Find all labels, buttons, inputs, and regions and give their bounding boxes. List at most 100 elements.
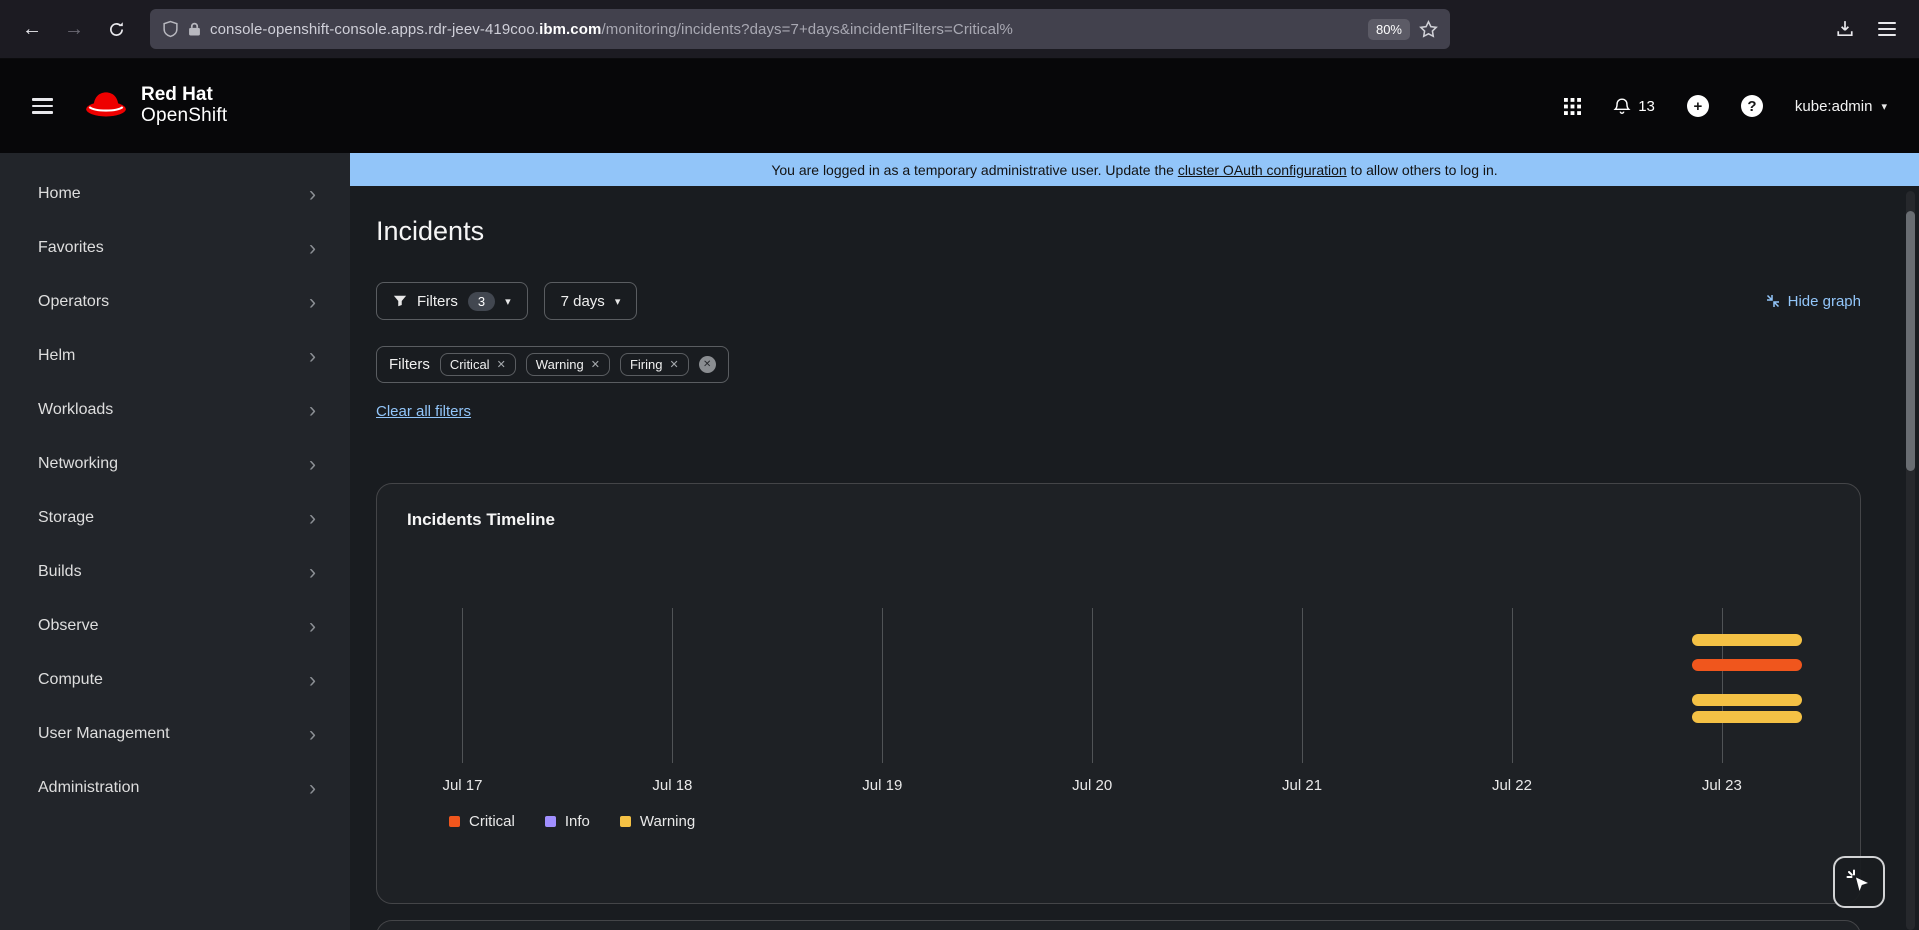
save-file-button[interactable] (1827, 11, 1863, 47)
plus-icon: + (1686, 95, 1709, 117)
nav-label: Observe (38, 617, 99, 634)
chevron-down-icon: ▾ (505, 295, 511, 308)
banner-text-before: You are logged in as a temporary adminis… (771, 161, 1178, 178)
browser-toolbar: ← → console-openshift-console.apps.rdr-j… (0, 0, 1919, 59)
nav-label: Builds (38, 563, 82, 580)
filters-button-label: Filters (417, 292, 458, 310)
temp-admin-banner: You are logged in as a temporary adminis… (350, 153, 1919, 186)
x-tick-label: Jul 20 (1072, 777, 1113, 794)
legend-swatch (449, 816, 460, 827)
sidebar-nav: Home › Favorites › Operators › Helm › Worklo… (0, 153, 350, 930)
sidebar-item-administration[interactable]: Administration › (0, 761, 350, 815)
sidebar-item-favorites[interactable]: Favorites › (0, 221, 350, 275)
reload-icon (109, 21, 123, 36)
remove-chip-icon[interactable]: ✕ (497, 358, 506, 371)
x-tick-label: Jul 22 (1491, 777, 1532, 794)
nav-label: Compute (38, 671, 103, 688)
sidebar-item-user-management[interactable]: User Management › (0, 707, 350, 761)
sidebar-item-builds[interactable]: Builds › (0, 545, 350, 599)
gridline (1721, 608, 1723, 763)
url-domain: ibm.com (539, 20, 602, 38)
oauth-config-link[interactable]: cluster OAuth configuration (1178, 162, 1347, 178)
masthead: Red Hat OpenShift 13 + ? kube:admin ▾ (0, 59, 1919, 153)
clear-all-filters-link[interactable]: Clear all filters (376, 403, 471, 420)
sidebar-item-networking[interactable]: Networking › (0, 437, 350, 491)
x-tick-label: Jul 19 (862, 777, 903, 794)
remove-chip-icon[interactable]: ✕ (591, 358, 600, 371)
notifications-button[interactable]: 13 (1613, 97, 1655, 116)
filters-dropdown-button[interactable]: Filters 3 ▾ (376, 282, 528, 320)
incident-bar-critical[interactable] (1691, 659, 1802, 671)
lock-icon[interactable] (188, 21, 201, 37)
sidebar-item-home[interactable]: Home › (0, 167, 350, 221)
zoom-indicator[interactable]: 80% (1367, 18, 1410, 40)
sidebar-item-operators[interactable]: Operators › (0, 275, 350, 329)
clear-chip-group-icon[interactable]: ✕ (698, 356, 716, 373)
bookmark-star-icon[interactable] (1419, 19, 1438, 39)
url-bar[interactable]: console-openshift-console.apps.rdr-jeev-… (150, 9, 1450, 49)
duration-dropdown-button[interactable]: 7 days ▾ (543, 282, 638, 320)
incident-bar-warning[interactable] (1691, 694, 1802, 706)
x-tick-label: Jul 23 (1701, 777, 1742, 794)
nav-label: User Management (38, 725, 170, 742)
chevron-right-icon: › (309, 776, 316, 800)
url-text: console-openshift-console.apps.rdr-jeev-… (210, 21, 1355, 38)
redhat-logo-icon (86, 92, 126, 117)
chip-label: Firing (629, 357, 663, 372)
chevron-right-icon: › (309, 236, 316, 260)
incident-bar-warning[interactable] (1691, 634, 1802, 646)
x-tick-label: Jul 17 (442, 777, 483, 794)
chart-x-axis: Jul 17 Jul 18 Jul 19 Jul 20 Jul 21 Jul 22 Jul … (407, 777, 1830, 797)
incident-bar-warning[interactable] (1691, 711, 1802, 723)
back-button[interactable]: ← (14, 11, 50, 47)
browser-menu-button[interactable] (1869, 11, 1905, 47)
chip-label: Critical (449, 357, 490, 372)
legend-swatch (619, 816, 631, 827)
legend-item-warning: Warning (619, 813, 696, 830)
tracking-shield-icon[interactable] (162, 20, 179, 38)
forward-button[interactable]: → (56, 11, 92, 47)
hide-graph-button[interactable]: Hide graph (1766, 293, 1861, 310)
chip-warning: Warning ✕ (525, 353, 610, 376)
cursor-click-icon (1846, 869, 1868, 891)
toolbar: Filters 3 ▾ 7 days ▾ Hide graph (376, 282, 1861, 320)
banner-text-after: to allow others to log in. (1346, 161, 1498, 178)
notification-count: 13 (1638, 97, 1655, 115)
bell-icon (1613, 97, 1631, 114)
remove-chip-icon[interactable]: ✕ (669, 358, 678, 371)
filter-chip-group: Filters Critical ✕ Warning ✕ Firing ✕ ✕ (376, 346, 729, 383)
nav-label: Operators (38, 293, 110, 310)
sidebar-item-compute[interactable]: Compute › (0, 653, 350, 707)
sidebar-item-helm[interactable]: Helm › (0, 329, 350, 383)
reload-button[interactable] (98, 11, 134, 47)
sidebar-item-workloads[interactable]: Workloads › (0, 383, 350, 437)
scrollbar-thumb[interactable] (1906, 211, 1915, 471)
chip-label: Warning (535, 357, 584, 372)
card-title: Incidents Timeline (407, 510, 556, 529)
app-launcher-button[interactable] (1564, 97, 1582, 115)
legend-label: Warning (639, 813, 696, 830)
chevron-right-icon: › (309, 344, 316, 368)
chevron-down-icon: ▾ (1881, 100, 1887, 113)
chevron-right-icon: › (309, 668, 316, 692)
nav-label: Networking (38, 455, 119, 472)
url-path: /monitoring/incidents?days=7+days&incide… (601, 20, 1013, 38)
click-indicator (1833, 856, 1885, 908)
chevron-down-icon: ▾ (614, 295, 621, 308)
sidebar-item-observe[interactable]: Observe › (0, 599, 350, 653)
grid-icon (1564, 97, 1582, 115)
user-menu[interactable]: kube:admin ▾ (1795, 98, 1887, 115)
chevron-right-icon: › (309, 506, 316, 530)
duration-label: 7 days (560, 292, 605, 310)
chevron-right-icon: › (309, 722, 316, 746)
chevron-right-icon: › (309, 614, 316, 638)
chevron-right-icon: › (309, 398, 316, 422)
sidebar-item-storage[interactable]: Storage › (0, 491, 350, 545)
help-button[interactable]: ? (1740, 95, 1763, 117)
quick-create-button[interactable]: + (1686, 95, 1709, 117)
x-tick-label: Jul 21 (1282, 777, 1323, 794)
legend-item-info: Info (544, 813, 590, 830)
gridline (1092, 608, 1094, 763)
nav-label: Administration (38, 779, 140, 796)
nav-toggle-button[interactable] (32, 98, 53, 114)
